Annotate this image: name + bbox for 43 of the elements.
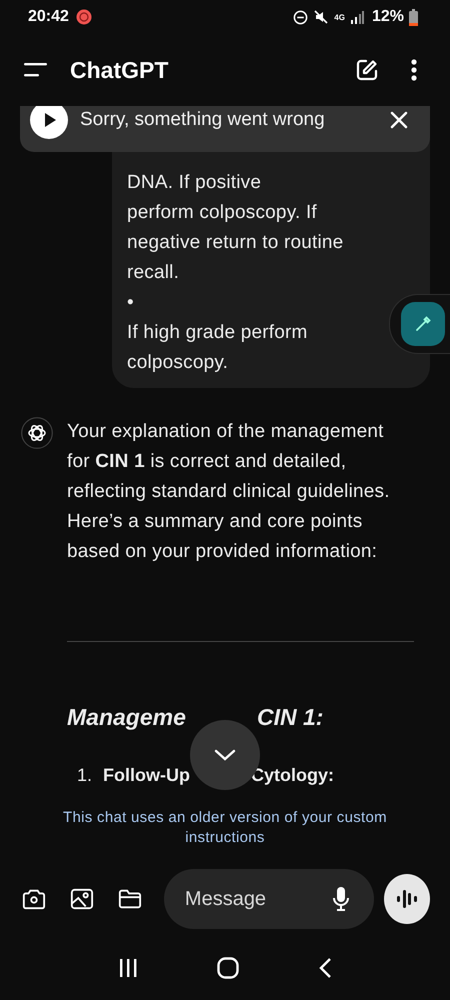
folder-icon[interactable] xyxy=(118,888,142,910)
microphone-icon[interactable] xyxy=(332,886,350,912)
battery-percent: 12% xyxy=(372,8,404,26)
assistant-message-text: Your explanation of the management for CIN 1 is correct and detailed, reflecting standard clinical guidelines. Here’s a summary and core points based on your provided information: xyxy=(67,420,391,564)
list-item-title: Follow-Up xyxy=(103,764,191,787)
voice-mode-button[interactable] xyxy=(384,874,430,924)
more-options-icon[interactable] xyxy=(411,59,417,81)
menu-icon[interactable] xyxy=(24,62,48,78)
message-line: If high grade perform xyxy=(127,321,309,345)
network-type: 4G xyxy=(334,12,345,22)
app-notification-icon xyxy=(76,9,92,25)
image-icon[interactable] xyxy=(70,887,94,911)
close-icon[interactable] xyxy=(390,111,408,129)
list-number: 1. xyxy=(77,764,94,787)
message-line: DNA. If positive xyxy=(127,171,262,195)
camera-icon[interactable] xyxy=(22,887,46,911)
signal-icon xyxy=(350,10,364,24)
home-icon[interactable] xyxy=(216,957,239,979)
mute-icon xyxy=(313,9,330,25)
do-not-disturb-icon xyxy=(293,10,308,24)
message-line: negative return to routine xyxy=(127,231,344,255)
eyedropper-icon xyxy=(414,315,432,333)
new-chat-icon[interactable] xyxy=(355,58,379,82)
section-heading: CIN 1: xyxy=(257,703,324,732)
app-title: ChatGPT xyxy=(70,56,168,84)
toast-message: Sorry, something went wrong xyxy=(80,109,325,131)
custom-instructions-notice[interactable]: This chat uses an older version of your custom instructions xyxy=(40,808,410,848)
assistant-logo-icon xyxy=(21,417,53,449)
play-icon[interactable] xyxy=(30,106,68,139)
recent-apps-icon[interactable] xyxy=(118,958,138,978)
message-line: colposcopy. xyxy=(127,351,230,375)
message-line: perform colposcopy. If xyxy=(127,201,318,225)
section-heading: Manageme xyxy=(67,703,187,732)
chevron-down-icon xyxy=(214,749,236,761)
status-time: 20:42 xyxy=(28,8,69,26)
back-icon[interactable] xyxy=(318,958,332,978)
battery-icon xyxy=(409,8,418,26)
message-field[interactable]: Message xyxy=(164,869,374,929)
message-line: recall. xyxy=(127,261,180,285)
message-line: • xyxy=(127,291,135,315)
waveform-icon xyxy=(396,889,418,909)
list-item-title: Cytology: xyxy=(251,764,334,787)
color-picker-button[interactable] xyxy=(401,302,445,346)
